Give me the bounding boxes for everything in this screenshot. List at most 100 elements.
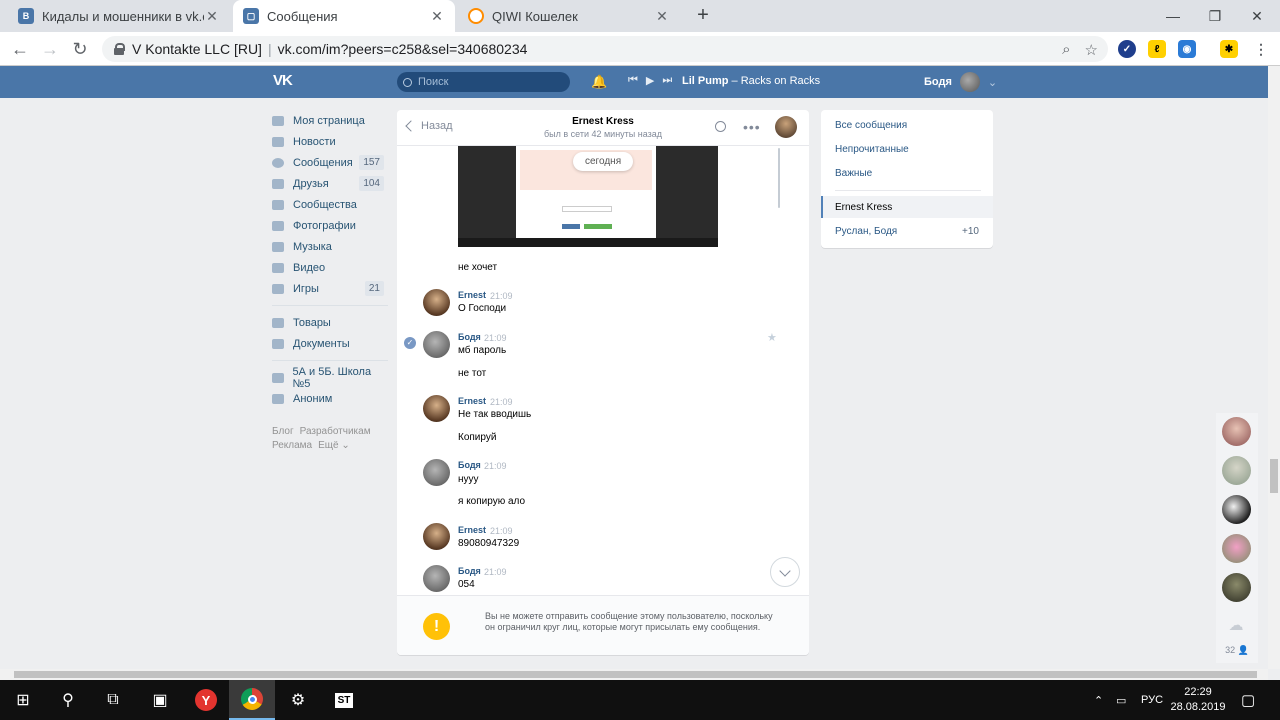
windows-start-icon[interactable]: ⊞ (0, 680, 46, 720)
filter-unread[interactable]: Непрочитанные (835, 144, 909, 155)
conversation-name[interactable]: Руслан, Бодя (835, 226, 897, 237)
zoom-icon[interactable]: ⌕ (1062, 41, 1070, 59)
user-menu[interactable]: Бодя ⌄ (924, 72, 997, 92)
page-vertical-scrollbar[interactable] (1268, 66, 1280, 669)
avatar[interactable] (423, 565, 450, 592)
document-icon (272, 338, 284, 349)
star-icon[interactable]: ★ (767, 331, 777, 344)
profile-extension-icon[interactable]: ✱ (1220, 40, 1238, 58)
more-link[interactable]: Ещё ⌄ (318, 440, 350, 451)
sidebar-item-documents[interactable]: Документы (272, 333, 388, 354)
sidebar-item-photos[interactable]: Фотографии (272, 215, 388, 236)
yellow-extension-icon[interactable]: ℓ (1148, 40, 1166, 58)
avatar[interactable] (423, 459, 450, 486)
sidebar-item-school-group[interactable]: 5А и 5Б. Школа №5 (272, 366, 388, 390)
search-icon[interactable] (715, 121, 726, 132)
tab-messages[interactable]: ▢ Сообщения ✕ (233, 0, 455, 32)
photo-app-icon[interactable]: ▣ (137, 680, 183, 720)
close-icon[interactable]: ✕ (204, 8, 220, 25)
audio-player-controls: ⏮ ▶ ⏭ (628, 74, 672, 87)
new-tab-button[interactable]: + (692, 5, 714, 27)
messages-count-badge: 157 (359, 155, 384, 170)
blue-extension-icon[interactable]: ◉ (1178, 40, 1196, 58)
online-count[interactable]: 32 👤 (1216, 645, 1258, 656)
message-author[interactable]: Ernest (458, 290, 486, 300)
sidebar-item-news[interactable]: Новости (272, 131, 388, 152)
sidebar-divider (272, 305, 388, 306)
conversation-name[interactable]: Ernest Kress (835, 202, 892, 213)
sublime-text-icon[interactable]: ST (321, 680, 367, 720)
message-author[interactable]: Бодя (458, 460, 481, 470)
menu-dots-icon[interactable]: ⋮ (1252, 40, 1270, 58)
blog-link[interactable]: Блог (272, 426, 294, 437)
message-author[interactable]: Бодя (458, 566, 481, 576)
sidebar-item-goods[interactable]: Товары (272, 312, 388, 333)
chat-bubble-avatar[interactable] (1222, 534, 1251, 563)
search-icon[interactable]: ⚲ (45, 680, 91, 720)
ads-link[interactable]: Реклама (272, 440, 312, 451)
filter-all-messages[interactable]: Все сообщения (835, 120, 907, 131)
back-arrow-icon[interactable]: ← (8, 37, 32, 61)
minimize-button[interactable]: — (1150, 0, 1196, 32)
chat-bubble-avatar[interactable] (1222, 417, 1251, 446)
task-view-icon[interactable]: ⧉ (90, 680, 136, 720)
peer-avatar[interactable] (775, 116, 797, 138)
tray-chevron-icon[interactable]: ⌃ (1094, 680, 1103, 720)
input-language[interactable]: РУС (1141, 680, 1163, 720)
close-icon[interactable]: ✕ (429, 8, 445, 25)
sidebar-item-my-page[interactable]: Моя страница (272, 110, 388, 131)
address-bar[interactable]: V Kontakte LLC [RU] | vk.com/im?peers=c2… (102, 36, 1108, 62)
current-track[interactable]: Lil Pump – Racks on Racks (682, 75, 820, 87)
close-window-button[interactable]: ✕ (1234, 0, 1280, 32)
developers-link[interactable]: Разработчикам (300, 426, 371, 437)
system-clock[interactable]: 22:29 28.08.2019 (1167, 685, 1229, 715)
sidebar-item-groups[interactable]: Сообщества (272, 194, 388, 215)
chrome-icon[interactable] (229, 680, 275, 720)
chat-bubble-avatar[interactable] (1222, 573, 1251, 602)
avatar[interactable] (423, 523, 450, 550)
settings-gear-icon[interactable]: ⚙ (275, 680, 321, 720)
tab-qiwi[interactable]: QIWI Кошелек ✕ (458, 0, 680, 32)
avatar[interactable] (423, 395, 450, 422)
vk-search-input[interactable]: Поиск (397, 72, 570, 92)
shield-extension-icon[interactable]: ✓ (1118, 40, 1136, 58)
filter-important[interactable]: Важные (835, 168, 872, 179)
messages-filter-panel: Все сообщения Непрочитанные Важные Ernes… (821, 110, 993, 248)
reload-icon[interactable]: ↻ (68, 37, 92, 61)
sidebar-item-games[interactable]: Игры 21 (272, 278, 388, 299)
avatar[interactable] (423, 289, 450, 316)
yandex-browser-icon[interactable]: Y (183, 680, 229, 720)
message-author[interactable]: Бодя (458, 332, 481, 342)
bookmark-star-icon[interactable]: ☆ (1085, 41, 1098, 59)
chat-bubble-avatar[interactable] (1222, 495, 1251, 524)
page-horizontal-scrollbar[interactable] (0, 669, 1268, 680)
message-history[interactable]: сегодня не хочет Ernest 21:09 О Господи … (397, 146, 809, 595)
message-author[interactable]: Ernest (458, 396, 486, 406)
more-dots-icon[interactable]: ••• (743, 119, 761, 135)
sidebar-item-music[interactable]: Музыка (272, 236, 388, 257)
scroll-down-button[interactable] (770, 557, 800, 587)
notifications-bell-icon[interactable]: 🔔 (591, 74, 607, 89)
sidebar-item-anonymous[interactable]: Аноним (272, 388, 388, 409)
message-author[interactable]: Ernest (458, 525, 486, 535)
ghost-icon[interactable]: ☁ (1226, 616, 1246, 634)
tab-vk-scammers[interactable]: B Кидалы и мошенники в vk.com ✕ (8, 0, 230, 32)
sidebar-item-friends[interactable]: Друзья 104 (272, 173, 388, 194)
message-text: не хочет (458, 262, 498, 273)
clock-time: 22:29 (1184, 686, 1212, 698)
news-icon (272, 136, 284, 147)
sidebar-item-video[interactable]: Видео (272, 257, 388, 278)
avatar[interactable] (423, 331, 450, 358)
maximize-button[interactable]: ❐ (1192, 0, 1238, 32)
forward-arrow-icon[interactable]: → (38, 37, 62, 61)
notifications-icon[interactable]: ▢ (1241, 680, 1255, 720)
selected-check-icon[interactable]: ✓ (404, 337, 416, 349)
chat-bubble-avatar[interactable] (1222, 456, 1251, 485)
close-icon[interactable]: ✕ (654, 8, 670, 25)
network-icon[interactable]: ▭ (1116, 680, 1126, 720)
prev-track-icon[interactable]: ⏮ (628, 74, 638, 87)
next-track-icon[interactable]: ⏭ (662, 74, 672, 87)
vk-logo[interactable]: VK (273, 72, 299, 92)
sidebar-item-messages[interactable]: Сообщения 157 (272, 152, 388, 173)
play-icon[interactable]: ▶ (646, 74, 654, 87)
